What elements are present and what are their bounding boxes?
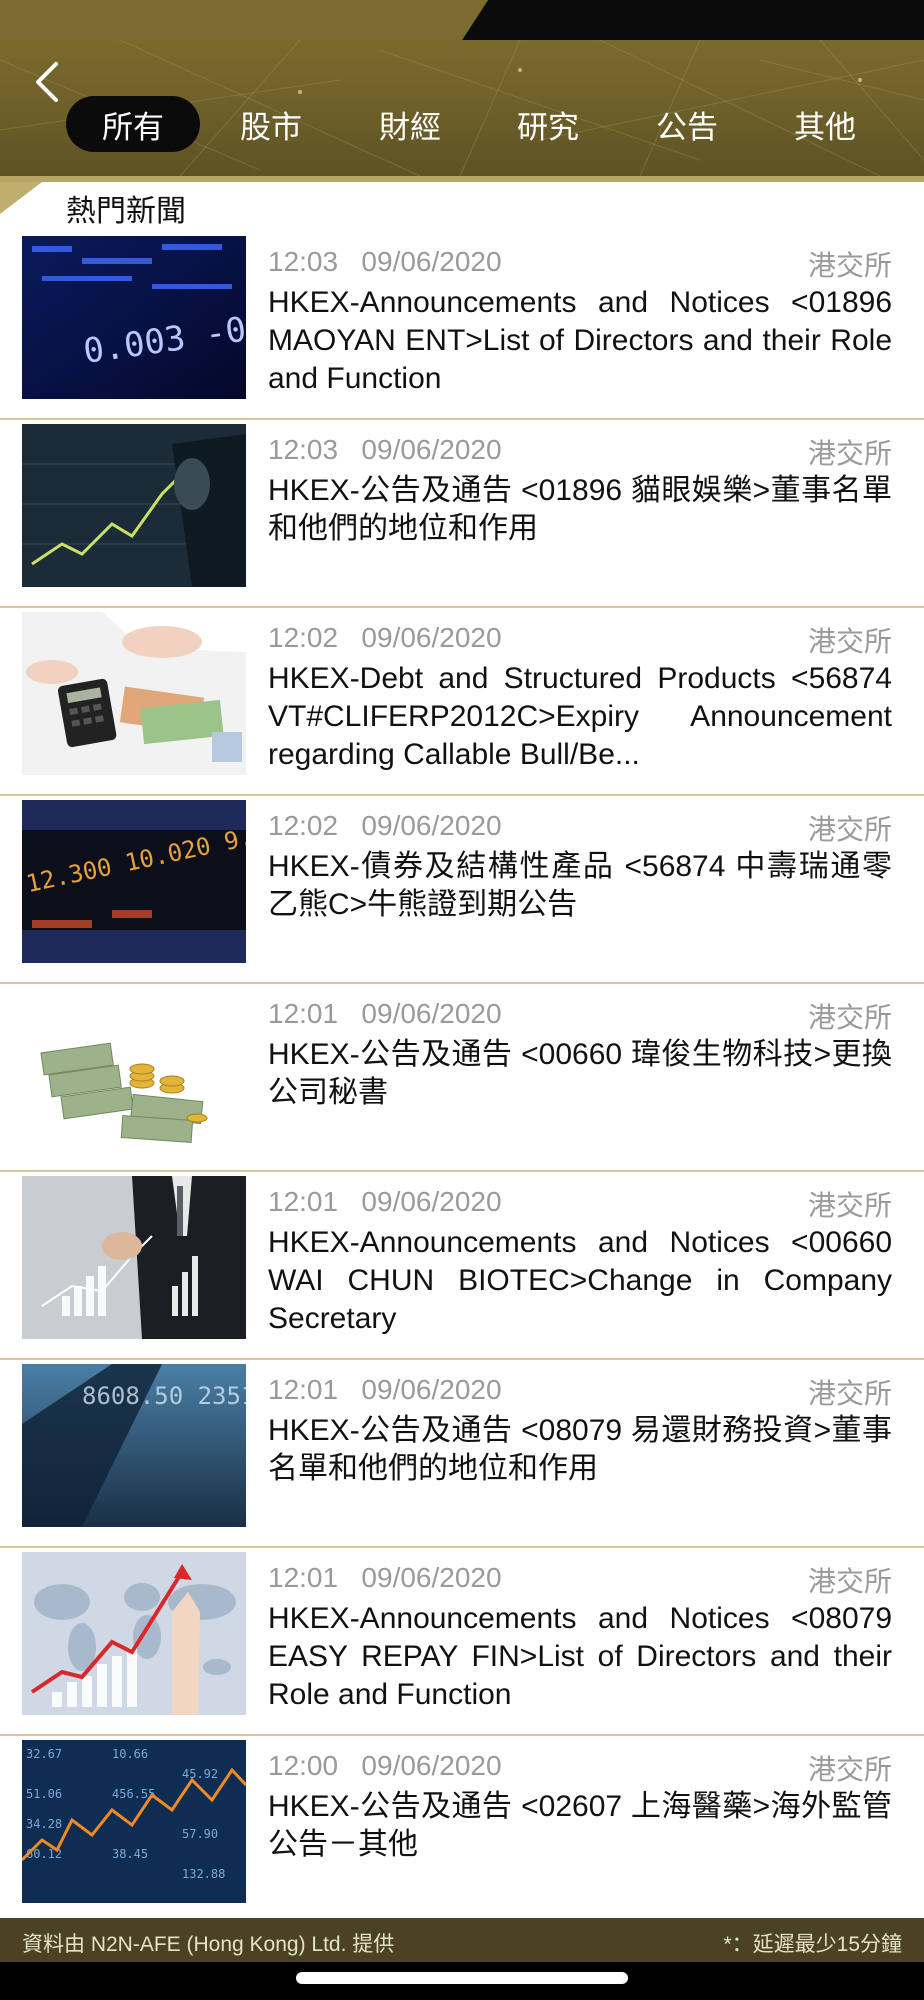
news-source: 港交所: [807, 1754, 892, 1785]
news-item[interactable]: 12:01 09/06/2020 港交所 HKEX-Announcements …: [0, 1172, 924, 1360]
news-timestamp: 12:03 09/06/2020: [268, 246, 502, 277]
svg-text:32.67: 32.67: [26, 1747, 62, 1761]
svg-text:38.45: 38.45: [112, 1847, 148, 1861]
tab-others[interactable]: 其他: [758, 96, 892, 152]
section-header: 熱門新聞: [0, 182, 924, 232]
news-title[interactable]: HKEX-Announcements and Notices <01896 MA…: [268, 284, 892, 398]
news-item[interactable]: 12:02 09/06/2020 港交所 HKEX-Debt and Struc…: [0, 608, 924, 796]
news-timestamp: 12:01 09/06/2020: [268, 998, 502, 1029]
header-bar: 所有 股市 財經 研究 公告 其他: [0, 40, 924, 176]
svg-text:34.28: 34.28: [26, 1817, 62, 1831]
led-ticker-board-image: 12.300 10.020 9.840: [22, 800, 246, 963]
tab-research[interactable]: 研究: [481, 96, 615, 152]
news-timestamp: 12:01 09/06/2020: [268, 1374, 502, 1405]
tab-stocks[interactable]: 股市: [204, 96, 338, 152]
status-bar: [0, 0, 924, 40]
news-timestamp: 12:02 09/06/2020: [268, 622, 502, 653]
home-indicator[interactable]: [296, 1972, 628, 1984]
data-provider-text: 資料由 N2N-AFE (Hong Kong) Ltd. 提供: [22, 1933, 395, 1956]
news-timestamp: 12:02 09/06/2020: [268, 810, 502, 841]
svg-text:57.90: 57.90: [182, 1827, 218, 1841]
news-title[interactable]: HKEX-公告及通告 <00660 瑋俊生物科技>更換公司秘書: [268, 1036, 892, 1112]
tab-announcements[interactable]: 公告: [620, 96, 754, 152]
svg-text:10.66: 10.66: [112, 1747, 148, 1761]
businessman-chart-image: [22, 1176, 246, 1339]
rising-chart-hand-image: [22, 424, 246, 587]
news-timestamp: 12:01 09/06/2020: [268, 1186, 502, 1217]
world-map-growth-image: [22, 1552, 246, 1715]
stock-ticker-image: 0.003 -0.03 5.1: [22, 236, 246, 399]
news-source: 港交所: [807, 814, 892, 845]
news-item[interactable]: 12:01 09/06/2020 港交所 HKEX-Announcements …: [0, 1548, 924, 1736]
tab-all[interactable]: 所有: [66, 96, 200, 152]
svg-text:51.06: 51.06: [26, 1787, 62, 1801]
svg-text:132.88: 132.88: [182, 1867, 225, 1881]
cash-coins-image: [22, 988, 246, 1151]
news-title[interactable]: HKEX-公告及通告 <01896 貓眼娛樂>董事名單和他們的地位和作用: [268, 472, 892, 548]
news-title[interactable]: HKEX-公告及通告 <08079 易還財務投資>董事名單和他們的地位和作用: [268, 1412, 892, 1488]
calculator-money-image: [22, 612, 246, 775]
svg-text:8608.50 2351.25 2256.3: 8608.50 2351.25 2256.3: [82, 1382, 246, 1410]
news-source: 港交所: [807, 1190, 892, 1221]
news-source: 港交所: [807, 438, 892, 469]
news-item[interactable]: 0.003 -0.03 5.1 12:03 09/06/2020 港交所 HKE…: [0, 232, 924, 420]
footer-bar: 資料由 N2N-AFE (Hong Kong) Ltd. 提供 *：延遲最少15…: [0, 1918, 924, 1962]
news-list: 0.003 -0.03 5.1 12:03 09/06/2020 港交所 HKE…: [0, 232, 924, 1924]
news-timestamp: 12:00 09/06/2020: [268, 1750, 502, 1781]
stock-data-chart-image: 32.67 10.66 45.92 51.06 456.55 34.28 57.…: [22, 1740, 246, 1903]
tab-finance[interactable]: 財經: [343, 96, 477, 152]
news-title[interactable]: HKEX-Announcements and Notices <08079 EA…: [268, 1600, 892, 1714]
news-item[interactable]: 12:03 09/06/2020 港交所 HKEX-公告及通告 <01896 貓…: [0, 420, 924, 608]
news-title[interactable]: HKEX-Debt and Structured Products <56874…: [268, 660, 892, 774]
section-title: 熱門新聞: [66, 195, 186, 228]
news-item[interactable]: 32.67 10.66 45.92 51.06 456.55 34.28 57.…: [0, 1736, 924, 1924]
skyscraper-numbers-image: 8608.50 2351.25 2256.3: [22, 1364, 246, 1527]
svg-text:45.92: 45.92: [182, 1767, 218, 1781]
news-title[interactable]: HKEX-債券及結構性產品 <56874 中壽瑞通零乙熊C>牛熊證到期公告: [268, 848, 892, 924]
news-source: 港交所: [807, 626, 892, 657]
news-source: 港交所: [807, 1002, 892, 1033]
chevron-left-icon: [36, 62, 58, 102]
news-title[interactable]: HKEX-Announcements and Notices <00660 WA…: [268, 1224, 892, 1338]
news-item[interactable]: 12:01 09/06/2020 港交所 HKEX-公告及通告 <00660 瑋…: [0, 984, 924, 1172]
news-item[interactable]: 12.300 10.020 9.840 12:02 09/06/2020 港交所…: [0, 796, 924, 984]
news-source: 港交所: [807, 1566, 892, 1597]
news-timestamp: 12:03 09/06/2020: [268, 434, 502, 465]
delay-note-text: *：延遲最少15分鐘: [723, 1933, 902, 1956]
section-wedge: [0, 182, 42, 214]
news-title[interactable]: HKEX-公告及通告 <02607 上海醫藥>海外監管公告－其他: [268, 1788, 892, 1864]
news-source: 港交所: [807, 1378, 892, 1409]
back-button[interactable]: [26, 56, 72, 108]
news-timestamp: 12:01 09/06/2020: [268, 1562, 502, 1593]
news-item[interactable]: 8608.50 2351.25 2256.3 12:01 09/06/2020 …: [0, 1360, 924, 1548]
news-source: 港交所: [807, 250, 892, 281]
